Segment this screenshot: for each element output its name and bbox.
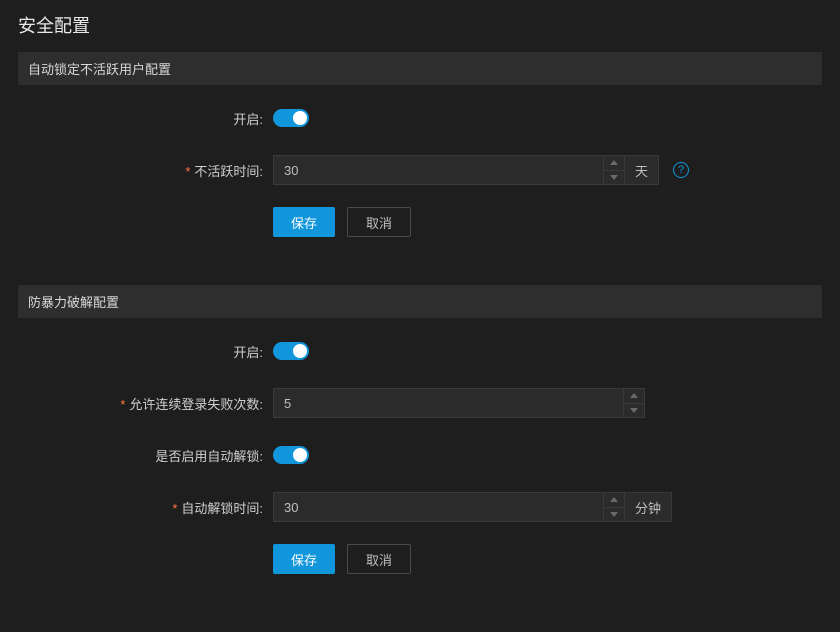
- max-fail-label: *允许连续登录失败次数:: [18, 394, 273, 413]
- cancel-button-2[interactable]: 取消: [347, 544, 411, 574]
- enable-label-2: 开启:: [18, 342, 273, 361]
- max-fail-step-down[interactable]: [624, 404, 644, 418]
- anti-brute-force-section: 防暴力破解配置 开启: *允许连续登录失败次数:: [18, 285, 822, 574]
- inactive-time-input[interactable]: [273, 155, 603, 185]
- inactive-time-step-up[interactable]: [604, 156, 624, 171]
- save-button-2[interactable]: 保存: [273, 544, 335, 574]
- help-icon[interactable]: ?: [673, 162, 689, 178]
- max-fail-input[interactable]: [273, 388, 623, 418]
- auto-unlock-time-step-down[interactable]: [604, 508, 624, 522]
- auto-unlock-time-label: *自动解锁时间:: [18, 498, 273, 517]
- auto-unlock-time-unit: 分钟: [625, 492, 672, 522]
- auto-lock-enable-toggle[interactable]: [273, 109, 309, 127]
- inactive-time-label: *不活跃时间:: [18, 161, 273, 180]
- inactive-time-step-down[interactable]: [604, 171, 624, 185]
- anti-brute-force-header: 防暴力破解配置: [18, 285, 822, 318]
- auto-unlock-time-step-up[interactable]: [604, 493, 624, 508]
- auto-lock-section: 自动锁定不活跃用户配置 开启: *不活跃时间:: [18, 52, 822, 237]
- auto-unlock-time-input[interactable]: [273, 492, 603, 522]
- save-button[interactable]: 保存: [273, 207, 335, 237]
- auto-unlock-enable-label: 是否启用自动解锁:: [18, 446, 273, 465]
- max-fail-step-up[interactable]: [624, 389, 644, 404]
- page-title: 安全配置: [18, 10, 822, 52]
- auto-unlock-enable-toggle[interactable]: [273, 446, 309, 464]
- inactive-time-unit: 天: [625, 155, 659, 185]
- anti-brute-force-enable-toggle[interactable]: [273, 342, 309, 360]
- enable-label: 开启:: [18, 109, 273, 128]
- auto-lock-header: 自动锁定不活跃用户配置: [18, 52, 822, 85]
- cancel-button[interactable]: 取消: [347, 207, 411, 237]
